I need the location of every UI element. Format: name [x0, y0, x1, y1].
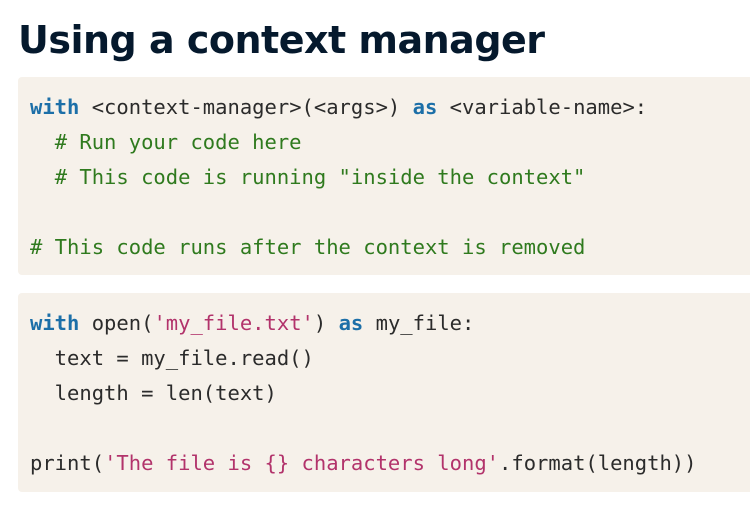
code-text: my_file: — [363, 311, 475, 335]
code-string: 'The file is {} characters long' — [104, 451, 500, 475]
code-keyword: as — [412, 95, 438, 119]
code-text: text = my_file.read() — [30, 346, 314, 370]
code-text: <context-manager>(<args>) — [79, 95, 413, 119]
code-block-example: with open('my_file.txt') as my_file: tex… — [18, 293, 750, 492]
code-comment: # Run your code here — [54, 130, 302, 154]
code-text: <variable-name>: — [437, 95, 648, 119]
code-text: ) — [313, 311, 339, 335]
code-line: with <context-manager>(<args>) as <varia… — [30, 90, 750, 125]
code-lines: with <context-manager>(<args>) as <varia… — [30, 90, 750, 265]
code-text: print( — [30, 451, 105, 475]
code-line: print('The file is {} characters long'.f… — [30, 446, 750, 481]
code-line: text = my_file.read() — [30, 341, 750, 376]
code-keyword: with — [30, 95, 80, 119]
code-keyword: with — [30, 311, 80, 335]
code-line: # This code runs after the context is re… — [30, 230, 750, 265]
code-keyword: as — [338, 311, 364, 335]
code-text: .format(length)) — [499, 451, 697, 475]
code-line: # Run your code here — [30, 125, 750, 160]
code-line: length = len(text) — [30, 376, 750, 411]
code-line: # This code is running "inside the conte… — [30, 160, 750, 195]
page-title: Using a context manager — [18, 18, 545, 62]
code-text: length = len(text) — [30, 381, 277, 405]
code-line: with open('my_file.txt') as my_file: — [30, 306, 750, 341]
code-comment: # This code is running "inside the conte… — [54, 165, 586, 189]
code-comment: # This code runs after the context is re… — [30, 235, 586, 259]
code-text: open( — [79, 311, 154, 335]
code-string: 'my_file.txt' — [153, 311, 314, 335]
code-lines: with open('my_file.txt') as my_file: tex… — [30, 306, 750, 481]
code-block-syntax: with <context-manager>(<args>) as <varia… — [18, 77, 750, 275]
